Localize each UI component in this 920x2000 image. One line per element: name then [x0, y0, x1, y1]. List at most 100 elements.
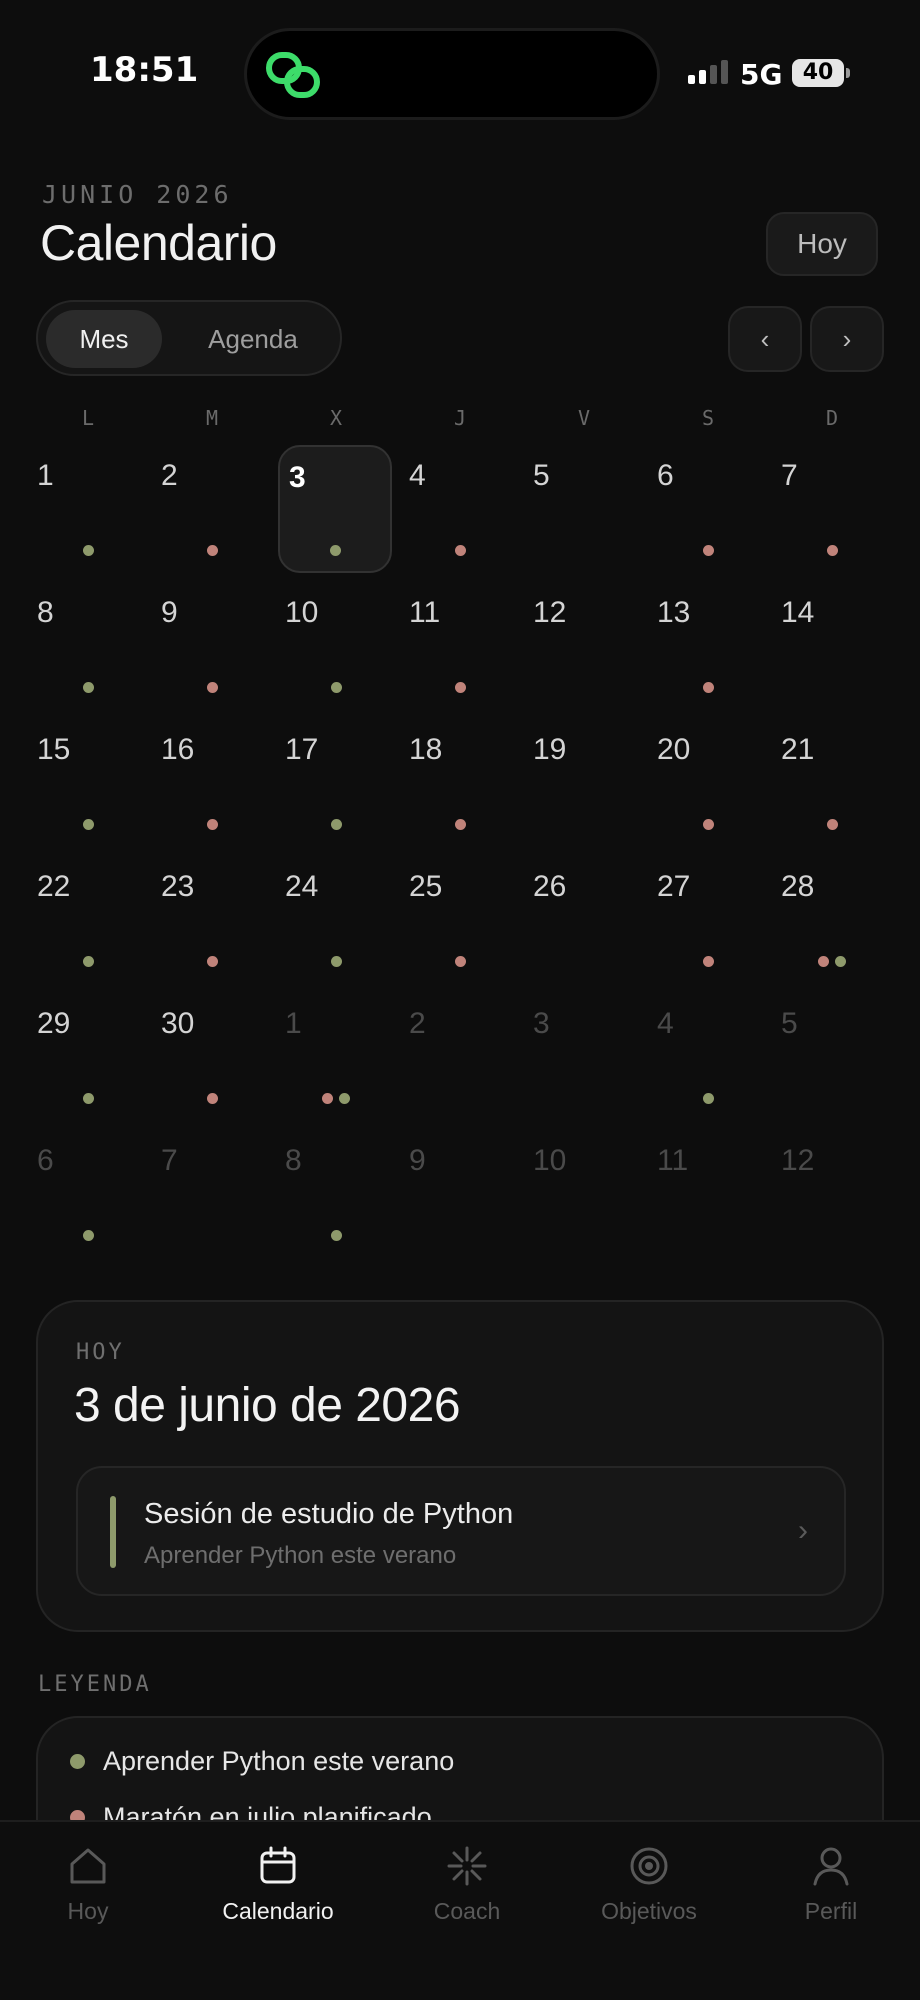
- calendar-day[interactable]: 5: [770, 991, 894, 1128]
- day-number: 24: [285, 870, 319, 903]
- calendar-day[interactable]: 22: [26, 854, 150, 991]
- calendar-day[interactable]: 6: [26, 1128, 150, 1265]
- today-card-label: HOY: [76, 1340, 125, 1365]
- view-agenda-option[interactable]: Agenda: [178, 310, 328, 368]
- calendar-day[interactable]: 8: [26, 580, 150, 717]
- calendar-day[interactable]: 18: [398, 717, 522, 854]
- day-number: 6: [37, 1144, 54, 1177]
- event-dots: [770, 819, 894, 830]
- day-number: 27: [657, 870, 691, 903]
- event-dots: [150, 819, 274, 830]
- event-dots: [770, 545, 894, 556]
- calendar-day[interactable]: 20: [646, 717, 770, 854]
- day-number: 17: [285, 733, 319, 766]
- event-dot: [454, 545, 466, 556]
- prev-month-button[interactable]: ‹: [728, 306, 802, 372]
- event-dot: [454, 819, 466, 830]
- tab-label: Hoy: [67, 1898, 109, 1924]
- event-dots: [150, 1093, 274, 1104]
- calendar-day[interactable]: 14: [770, 580, 894, 717]
- calendar-day[interactable]: 29: [26, 991, 150, 1128]
- sparkle-icon: [447, 1846, 487, 1886]
- event-item[interactable]: Sesión de estudio de Python Aprender Pyt…: [76, 1466, 846, 1596]
- event-dots: [274, 1230, 398, 1241]
- day-number: 6: [657, 459, 674, 492]
- calendar-day[interactable]: 13: [646, 580, 770, 717]
- event-dot: [206, 956, 218, 967]
- day-number: 18: [409, 733, 443, 766]
- calendar-day[interactable]: 24: [274, 854, 398, 991]
- day-number: 26: [533, 870, 567, 903]
- calendar-day[interactable]: 1: [26, 443, 150, 580]
- tab-perfil[interactable]: Perfil: [741, 1844, 920, 1925]
- calendar-day[interactable]: 4: [398, 443, 522, 580]
- calendar-day[interactable]: 21: [770, 717, 894, 854]
- calendar-day[interactable]: 3: [522, 991, 646, 1128]
- today-button[interactable]: Hoy: [766, 212, 878, 276]
- day-number: 8: [285, 1144, 302, 1177]
- tab-calendario[interactable]: Calendario: [188, 1844, 368, 1925]
- calendar-day[interactable]: 30: [150, 991, 274, 1128]
- calendar-day[interactable]: 4: [646, 991, 770, 1128]
- day-number: 15: [37, 733, 71, 766]
- calendar-day[interactable]: 9: [398, 1128, 522, 1265]
- view-month-option[interactable]: Mes: [46, 310, 162, 368]
- calendar-day[interactable]: 6: [646, 443, 770, 580]
- day-number: 14: [781, 596, 815, 629]
- calendar-day[interactable]: 11: [646, 1128, 770, 1265]
- calendar-day[interactable]: 8: [274, 1128, 398, 1265]
- status-time: 18:51: [90, 50, 199, 90]
- tab-hoy[interactable]: Hoy: [0, 1844, 178, 1925]
- calendar-day[interactable]: 26: [522, 854, 646, 991]
- calendar-day[interactable]: 12: [522, 580, 646, 717]
- event-dots: [150, 545, 274, 556]
- event-dot: [702, 1093, 714, 1104]
- day-number: 2: [409, 1007, 426, 1040]
- calendar-day[interactable]: 7: [770, 443, 894, 580]
- day-number: 12: [781, 1144, 815, 1177]
- tab-objetivos[interactable]: Objetivos: [559, 1844, 739, 1925]
- event-dots: [398, 956, 522, 967]
- tab-label: Objetivos: [601, 1898, 697, 1924]
- event-dots: [26, 819, 150, 830]
- calendar-day[interactable]: 7: [150, 1128, 274, 1265]
- calendar-day[interactable]: 1: [274, 991, 398, 1128]
- event-dots: [646, 1093, 770, 1104]
- calendar-day[interactable]: 10: [274, 580, 398, 717]
- event-dots: [150, 956, 274, 967]
- event-dot: [702, 545, 714, 556]
- day-number: 5: [533, 459, 550, 492]
- calendar-day[interactable]: 17: [274, 717, 398, 854]
- weekday-label: X: [329, 406, 343, 430]
- event-dot: [818, 956, 829, 967]
- calendar-day[interactable]: 10: [522, 1128, 646, 1265]
- day-number: 22: [37, 870, 71, 903]
- next-month-button[interactable]: ›: [810, 306, 884, 372]
- calendar-day[interactable]: 19: [522, 717, 646, 854]
- event-dots: [26, 956, 150, 967]
- calendar-day[interactable]: 2: [398, 991, 522, 1128]
- event-dots: [398, 682, 522, 693]
- calendar-day[interactable]: 25: [398, 854, 522, 991]
- day-number: 3: [533, 1007, 550, 1040]
- calendar-day[interactable]: 2: [150, 443, 274, 580]
- calendar-day[interactable]: 11: [398, 580, 522, 717]
- day-number: 7: [781, 459, 798, 492]
- calendar-day[interactable]: 28: [770, 854, 894, 991]
- event-dot: [82, 1093, 94, 1104]
- day-number: 9: [161, 596, 178, 629]
- event-dot: [330, 1230, 342, 1241]
- calendar-day-today[interactable]: 3: [278, 445, 392, 573]
- day-number: 9: [409, 1144, 426, 1177]
- calendar-day[interactable]: 15: [26, 717, 150, 854]
- tab-coach[interactable]: Coach: [377, 1844, 557, 1925]
- legend-dot: [70, 1754, 85, 1769]
- calendar-day[interactable]: 23: [150, 854, 274, 991]
- calendar-day[interactable]: 5: [522, 443, 646, 580]
- view-toggle: Mes Agenda: [36, 300, 342, 376]
- calendar-day[interactable]: 16: [150, 717, 274, 854]
- calendar-day[interactable]: 27: [646, 854, 770, 991]
- calendar-day[interactable]: 12: [770, 1128, 894, 1265]
- event-dot: [826, 819, 838, 830]
- calendar-day[interactable]: 9: [150, 580, 274, 717]
